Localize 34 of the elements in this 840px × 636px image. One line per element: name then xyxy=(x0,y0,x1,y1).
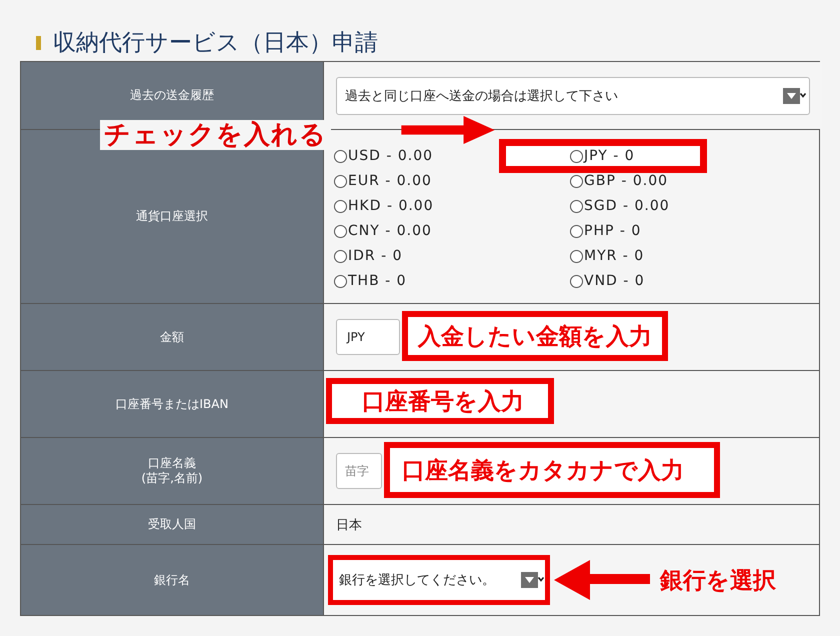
history-select[interactable]: 過去と同じ口座へ送金の場合は選択して下さい xyxy=(336,76,810,114)
currency-radio[interactable]: THB - 0 xyxy=(334,271,407,291)
currency-radio[interactable]: JPY - 0 xyxy=(506,146,700,166)
field-label: 銀行名 xyxy=(154,572,190,588)
left-arrow-icon xyxy=(554,560,650,600)
bank-select[interactable]: 銀行を選択してください。 xyxy=(333,560,545,600)
annotation-text: 銀行を選択 xyxy=(660,566,776,596)
field-label: 口座番号またはIBAN xyxy=(116,396,228,412)
field-label: 過去の送金履歴 xyxy=(130,88,214,103)
currency-radio[interactable]: USD - 0.00 xyxy=(334,146,434,166)
currency-radio[interactable]: IDR - 0 xyxy=(334,246,402,266)
name-field[interactable]: 苗字 xyxy=(336,453,382,489)
annotation-box: 口座番号を入力 xyxy=(326,378,554,424)
field-label: 通貨口座選択 xyxy=(136,209,208,224)
annotation-text: チェックを入れる xyxy=(100,120,331,150)
page-title: 収納代行サービス（日本）申請 xyxy=(53,29,378,58)
country-value: 日本 xyxy=(336,516,362,534)
currency-radio[interactable]: PHP - 0 xyxy=(570,221,642,241)
dropdown-arrow-icon xyxy=(783,88,807,104)
annotation-box: 口座名義をカタカナで入力 xyxy=(384,442,720,498)
currency-radio[interactable]: GBP - 0.00 xyxy=(570,171,668,191)
dropdown-arrow-icon xyxy=(521,572,545,588)
heading-marker xyxy=(36,36,41,50)
currency-radio[interactable]: CNY - 0.00 xyxy=(334,221,432,241)
currency-radio[interactable]: MYR - 0 xyxy=(570,246,644,266)
amount-field[interactable]: JPY xyxy=(336,319,400,355)
currency-radio[interactable]: EUR - 0.00 xyxy=(334,171,432,191)
field-label: 金額 xyxy=(160,330,184,344)
currency-radio[interactable]: VND - 0 xyxy=(570,271,645,291)
field-label: 口座名義 (苗字,名前) xyxy=(141,456,203,486)
annotation-box: 入金したい金額を入力 xyxy=(402,311,668,361)
field-label: 受取人国 xyxy=(148,517,196,532)
currency-radio[interactable]: SGD - 0.00 xyxy=(570,196,670,216)
currency-radio[interactable]: HKD - 0.00 xyxy=(334,196,434,216)
